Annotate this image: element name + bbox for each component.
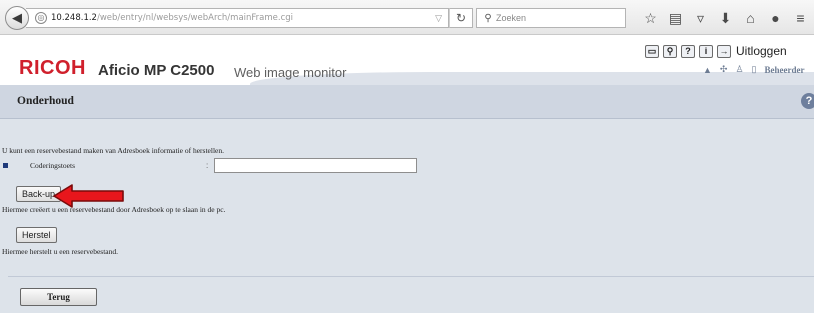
search-icon: ⚲ (484, 12, 492, 24)
help-icon[interactable]: ? (681, 44, 695, 58)
model-name: Aficio MP C2500 (98, 62, 215, 79)
main-content: Onderhoud ? U kunt een reservebestand ma… (0, 85, 814, 313)
page-icon: ▯ (751, 64, 757, 74)
search-icon[interactable]: ⚲ (663, 44, 677, 58)
bullet-icon (3, 163, 8, 168)
backup-note: Hiermee creëert u een reservebestand doo… (2, 205, 226, 214)
home-icon[interactable]: ⌂ (738, 7, 763, 29)
help-icon[interactable]: ? (801, 93, 814, 109)
page-title: Onderhoud (17, 95, 74, 107)
user-role: Beheerder (764, 64, 805, 75)
chat-icon[interactable]: ● (763, 7, 788, 29)
title-bar: Onderhoud ? (0, 85, 814, 119)
logout-link[interactable]: Uitloggen (736, 44, 787, 58)
reload-icon[interactable]: ↻ (449, 8, 473, 28)
restore-note: Hiermee herstelt u een reservebestand. (2, 247, 118, 256)
url-text: 10.248.1.2/web/entry/nl/websys/webArch/m… (51, 13, 294, 23)
download-icon[interactable]: ⬇ (713, 7, 738, 29)
description-text: U kunt een reservebestand maken van Adre… (2, 146, 225, 155)
network-icon: ✣ (719, 64, 728, 74)
divider (8, 276, 814, 277)
search-placeholder: Zoeken (496, 13, 527, 23)
product-name: Web image monitor (234, 65, 347, 80)
field-colon: : (206, 161, 209, 170)
keyboard-icon[interactable]: ▭ (645, 44, 659, 58)
info-icon[interactable]: i (699, 44, 713, 58)
browser-toolbar: ◎ 10.248.1.2/web/entry/nl/websys/webArch… (0, 0, 814, 35)
toolbar-icons: ☆ ▤ ▿ ⬇ ⌂ ● ≡ (638, 7, 813, 29)
encryption-key-label: Coderingstoets (30, 161, 75, 170)
globe-icon: ◎ (35, 12, 47, 24)
page-header: RICOH Aficio MP C2500 Web image monitor … (0, 36, 814, 85)
pocket-icon[interactable]: ▿ (688, 7, 713, 29)
dropdown-icon[interactable]: ▽ (435, 13, 442, 24)
search-box[interactable]: ⚲ Zoeken (476, 8, 626, 28)
encryption-key-input[interactable] (214, 158, 417, 173)
status-icons: ▲ ✣ ♙ ▯ Beheerder (703, 64, 812, 75)
back-icon[interactable]: ◀ (5, 6, 29, 30)
menu-icon[interactable]: ≡ (788, 7, 813, 29)
brand-logo: RICOH (19, 57, 86, 79)
lock-icon: ▲ (703, 64, 712, 75)
address-bar[interactable]: ◎ 10.248.1.2/web/entry/nl/websys/webArch… (26, 8, 449, 28)
restore-button[interactable]: Herstel (16, 227, 57, 243)
star-icon[interactable]: ☆ (638, 7, 663, 29)
header-icons: ▭ ⚲ ? i → Uitloggen (645, 44, 787, 58)
user-icon: ♙ (735, 64, 744, 74)
back-button[interactable]: Terug (20, 288, 97, 306)
logout-icon[interactable]: → (717, 44, 731, 58)
reading-list-icon[interactable]: ▤ (663, 7, 688, 29)
